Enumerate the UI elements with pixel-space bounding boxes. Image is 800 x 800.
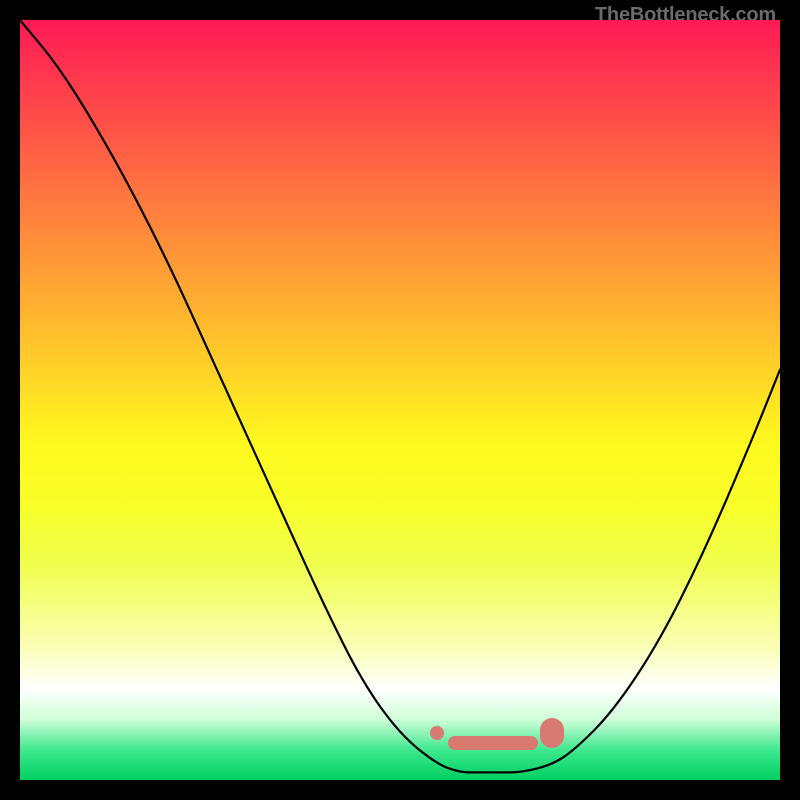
highlight-dot-left xyxy=(430,726,444,740)
bottleneck-curve xyxy=(20,20,780,780)
chart-plot-area xyxy=(20,20,780,780)
highlight-dot-right xyxy=(540,718,564,748)
highlight-valley xyxy=(448,736,538,750)
curve-path xyxy=(20,20,780,772)
